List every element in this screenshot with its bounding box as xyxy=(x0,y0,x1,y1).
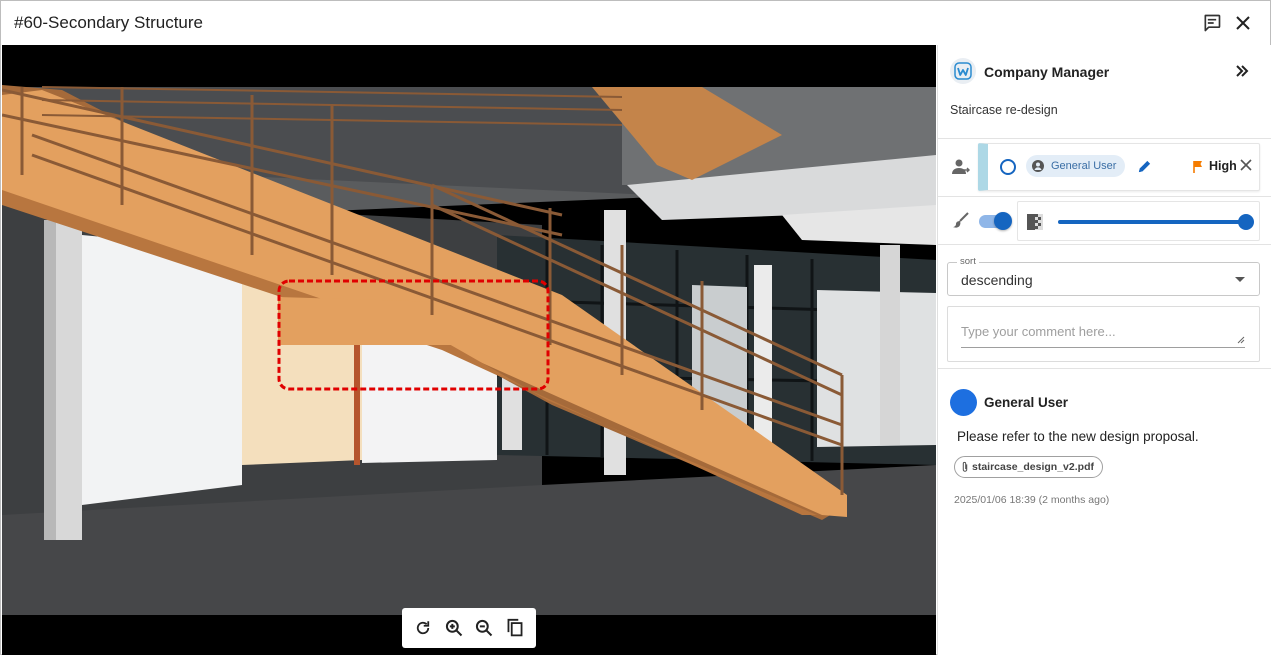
zoom-in-icon xyxy=(445,619,462,637)
user-circle-icon xyxy=(1032,160,1044,172)
zoom-out-button[interactable] xyxy=(471,615,497,641)
sort-value: descending xyxy=(961,272,1033,288)
divider xyxy=(938,368,1271,369)
issue-window: #60-Secondary Structure Company Manager … xyxy=(0,0,1271,655)
priority-selector[interactable]: High xyxy=(1193,159,1237,173)
status-toggle[interactable] xyxy=(1000,159,1016,175)
company-logo xyxy=(950,58,976,84)
copy-icon xyxy=(507,618,523,637)
resize-grip-icon[interactable] xyxy=(1237,331,1245,349)
opacity-slider[interactable] xyxy=(1058,214,1254,230)
sort-label: sort xyxy=(957,256,979,267)
comment-author: General User xyxy=(984,395,1069,410)
double-chevron-right-icon xyxy=(1236,65,1249,77)
model-render xyxy=(2,85,936,655)
attachment-chip[interactable]: staircase_design_v2.pdf xyxy=(954,456,1103,478)
zoom-out-icon xyxy=(476,619,493,637)
logo-icon xyxy=(954,62,972,80)
comment-composer xyxy=(947,306,1260,362)
toggle-knob xyxy=(994,212,1012,230)
sort-select[interactable]: sort descending xyxy=(947,256,1260,296)
issue-title: Staircase re-design xyxy=(950,103,1058,117)
assignee-chip[interactable]: General User xyxy=(1026,155,1126,177)
remove-assignee-button[interactable] xyxy=(1239,158,1253,177)
assignee-row: General User High xyxy=(938,139,1271,197)
assign-user-icon xyxy=(952,158,970,181)
panel-header: Company Manager Staircase re-design xyxy=(938,45,1271,139)
refresh-button[interactable] xyxy=(410,615,436,641)
comment-input[interactable] xyxy=(961,320,1245,348)
attachment-name: staircase_design_v2.pdf xyxy=(972,461,1094,473)
window-title: #60-Secondary Structure xyxy=(14,13,203,32)
edit-assignee-button[interactable] xyxy=(1137,159,1152,179)
issue-panel: Company Manager Staircase re-design Gene… xyxy=(937,45,1271,655)
slider-thumb[interactable] xyxy=(1238,214,1254,230)
refresh-icon xyxy=(417,621,430,635)
paperclip-icon xyxy=(960,461,970,473)
title-bar: #60-Secondary Structure xyxy=(1,1,1270,45)
assignee-name: General User xyxy=(1051,160,1117,172)
pencil-icon xyxy=(1138,160,1151,173)
dropdown-arrow-icon xyxy=(1235,277,1245,282)
slider-rail xyxy=(1058,220,1246,224)
model-viewer[interactable] xyxy=(2,45,936,655)
markup-visibility-toggle[interactable] xyxy=(979,211,1013,231)
visibility-row xyxy=(938,197,1271,245)
comment-text: Please refer to the new design proposal. xyxy=(957,429,1199,444)
comment-icon xyxy=(1204,14,1221,32)
assignee-card: General User High xyxy=(978,143,1260,191)
priority-label: High xyxy=(1209,159,1237,173)
company-name: Company Manager xyxy=(984,64,1110,80)
copy-button[interactable] xyxy=(502,615,528,641)
comment-date: 2025/01/06 18:39 (2 months ago) xyxy=(954,494,1110,506)
close-icon xyxy=(1240,159,1252,171)
zoom-in-button[interactable] xyxy=(441,615,467,641)
close-button[interactable] xyxy=(1232,12,1254,34)
flag-icon xyxy=(1193,160,1205,173)
opacity-icon xyxy=(1027,214,1043,235)
comment-toggle-button[interactable] xyxy=(1201,12,1223,34)
viewer-toolbar xyxy=(402,608,536,648)
opacity-control xyxy=(1017,201,1260,241)
close-icon xyxy=(1236,16,1250,30)
markup-brush-icon xyxy=(952,212,970,235)
avatar xyxy=(950,389,977,416)
collapse-panel-button[interactable] xyxy=(1232,61,1252,81)
